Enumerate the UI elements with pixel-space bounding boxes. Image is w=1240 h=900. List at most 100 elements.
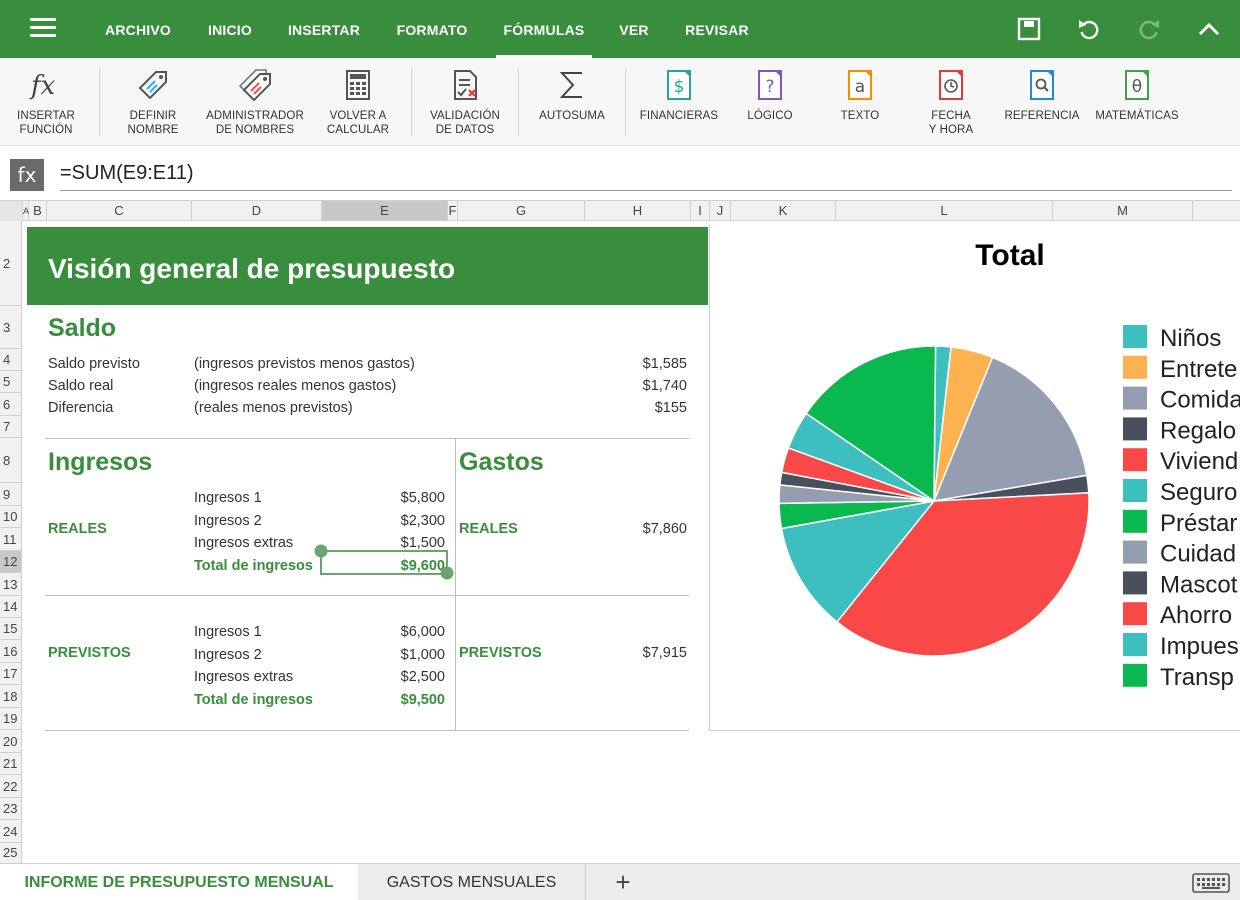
- keyboard-icon[interactable]: [1192, 872, 1230, 894]
- top-menu-bar: ARCHIVO INICIO INSERTAR FORMATO FÓRMULAS…: [0, 0, 1240, 58]
- saldo-value: $1,740: [642, 378, 687, 394]
- column-header-selected[interactable]: E: [322, 201, 448, 221]
- column-header[interactable]: I: [691, 201, 710, 221]
- tab-revisar[interactable]: REVISAR: [676, 0, 758, 58]
- select-all-corner[interactable]: [0, 201, 23, 221]
- column-header[interactable]: [1193, 201, 1240, 221]
- row-header[interactable]: 14: [0, 596, 21, 618]
- formula-input[interactable]: =SUM(E9:E11): [60, 158, 1232, 191]
- gastos-reales-value: $7,860: [642, 521, 687, 537]
- row-header[interactable]: 6: [0, 393, 21, 416]
- text-functions-button[interactable]: a TEXTO: [820, 58, 900, 146]
- gastos-previstos-label: PREVISTOS: [459, 645, 542, 661]
- tab-inicio[interactable]: INICIO: [198, 0, 262, 58]
- row-header[interactable]: 25: [0, 843, 21, 863]
- sheet-tab-informe[interactable]: INFORME DE PRESUPUESTO MENSUAL: [0, 864, 358, 900]
- theta-icon: θ: [1125, 70, 1149, 100]
- name-manager-button[interactable]: ADMINISTRADOR DE NOMBRES: [200, 58, 310, 146]
- row-header[interactable]: 13: [0, 573, 21, 596]
- ingreso-value: $2,300: [400, 513, 445, 529]
- saldo-description: (reales menos previstos): [194, 400, 353, 416]
- selection-handle[interactable]: [440, 566, 454, 580]
- tab-formulas[interactable]: FÓRMULAS: [496, 0, 592, 58]
- ribbon-label: INSERTAR: [17, 110, 75, 122]
- math-functions-button[interactable]: θ MATEMÁTICAS: [1090, 58, 1184, 146]
- row-header[interactable]: 10: [0, 506, 21, 528]
- row-header[interactable]: 5: [0, 371, 21, 393]
- row-header[interactable]: 20: [0, 730, 21, 753]
- add-sheet-button[interactable]: +: [600, 864, 646, 900]
- ribbon-label: FUNCIÓN: [19, 124, 73, 136]
- column-header[interactable]: B: [29, 201, 47, 221]
- row-header[interactable]: 22: [0, 775, 21, 798]
- column-header[interactable]: J: [710, 201, 731, 221]
- row-header[interactable]: 9: [0, 483, 21, 506]
- ingresos-previstos-label: PREVISTOS: [48, 645, 131, 661]
- redo-icon[interactable]: [1134, 14, 1164, 44]
- column-header[interactable]: H: [585, 201, 691, 221]
- column-header[interactable]: C: [47, 201, 192, 221]
- svg-text:?: ?: [765, 77, 774, 97]
- ingresos-reales-label: REALES: [48, 521, 107, 537]
- row-header[interactable]: 19: [0, 708, 21, 730]
- date-time-functions-button[interactable]: FECHA Y HORA: [910, 58, 992, 146]
- pie-chart[interactable]: Total Niños Entrete Comida Regalo Viviend Seg…: [709, 225, 1240, 731]
- tags-icon: [238, 69, 271, 102]
- undo-icon[interactable]: [1074, 14, 1104, 44]
- row-header[interactable]: 4: [0, 349, 21, 371]
- tab-insertar[interactable]: INSERTAR: [280, 0, 368, 58]
- svg-text:fx: fx: [29, 71, 56, 101]
- tab-formato[interactable]: FORMATO: [386, 0, 478, 58]
- ribbon-label: NOMBRE: [127, 124, 179, 136]
- column-headers: A B C D E F G H I J K L M: [0, 200, 1240, 221]
- legend-swatch: [1123, 386, 1147, 410]
- column-header[interactable]: F: [448, 201, 458, 221]
- column-header[interactable]: M: [1053, 201, 1193, 221]
- insert-function-button[interactable]: fx INSERTAR FUNCIÓN: [6, 58, 86, 146]
- autosum-button[interactable]: AUTOSUMA: [532, 58, 612, 146]
- row-header[interactable]: 2: [0, 221, 21, 306]
- sigma-icon: [559, 72, 582, 98]
- row-header[interactable]: 3: [0, 306, 21, 349]
- total-value: $9,500: [400, 692, 445, 708]
- sheet-tab-gastos[interactable]: GASTOS MENSUALES: [358, 864, 586, 900]
- reference-functions-button[interactable]: REFERENCIA: [1000, 58, 1084, 146]
- tab-archivo[interactable]: ARCHIVO: [96, 0, 180, 58]
- worksheet[interactable]: Visión general de presupuesto Saldo Sald…: [23, 221, 1240, 863]
- row-header[interactable]: 15: [0, 618, 21, 640]
- row-header[interactable]: 23: [0, 798, 21, 820]
- save-icon[interactable]: [1014, 14, 1044, 44]
- collapse-icon[interactable]: [1194, 14, 1224, 44]
- column-header[interactable]: G: [458, 201, 585, 221]
- row-header[interactable]: 21: [0, 753, 21, 775]
- row-header[interactable]: 8: [0, 438, 21, 483]
- data-validation-button[interactable]: VALIDACIÓN DE DATOS: [420, 58, 510, 146]
- selection-range[interactable]: [313, 541, 458, 581]
- financial-functions-button[interactable]: $ FINANCIERAS: [636, 58, 722, 146]
- define-name-button[interactable]: DEFINIR NOMBRE: [113, 58, 193, 146]
- legend-swatch: [1123, 417, 1147, 441]
- tab-ver[interactable]: VER: [610, 0, 658, 58]
- ribbon-divider: [518, 68, 519, 136]
- logical-functions-button[interactable]: ? LÓGICO: [730, 58, 810, 146]
- row-header-selected[interactable]: 12: [0, 551, 21, 573]
- row-header[interactable]: 18: [0, 685, 21, 708]
- ribbon-divider: [411, 68, 412, 136]
- legend-label: Regalo: [1160, 417, 1236, 444]
- legend-swatch: [1123, 448, 1147, 472]
- recalculate-button[interactable]: VOLVER A CALCULAR: [316, 58, 400, 146]
- row-header[interactable]: 16: [0, 640, 21, 663]
- row-header[interactable]: 7: [0, 416, 21, 438]
- column-header[interactable]: L: [836, 201, 1053, 221]
- ribbon-label: VOLVER A: [329, 110, 387, 122]
- row-header[interactable]: 17: [0, 663, 21, 685]
- fx-button[interactable]: fx: [10, 159, 44, 191]
- selection-handle[interactable]: [314, 544, 328, 558]
- menu-icon[interactable]: [30, 18, 56, 38]
- column-header[interactable]: D: [192, 201, 322, 221]
- row-header[interactable]: 24: [0, 820, 21, 843]
- ingreso-label: Ingresos 1: [194, 624, 262, 640]
- row-header[interactable]: 11: [0, 528, 21, 551]
- gastos-heading: Gastos: [459, 448, 544, 476]
- column-header[interactable]: K: [731, 201, 836, 221]
